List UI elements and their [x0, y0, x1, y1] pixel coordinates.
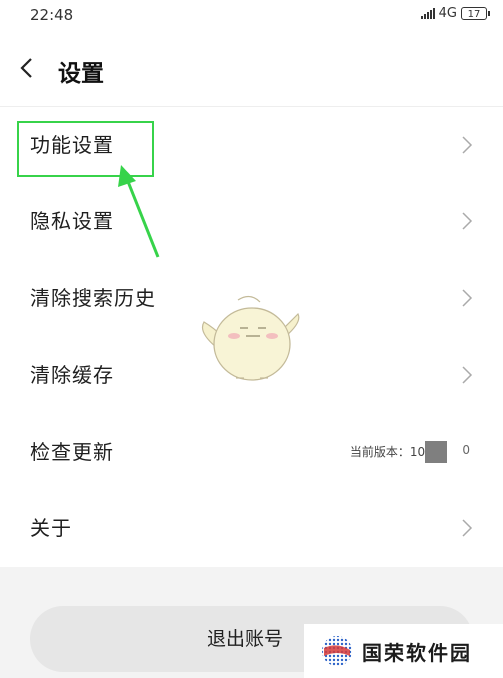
chevron-right-icon: [462, 212, 473, 230]
chevron-right-icon: [462, 519, 473, 537]
menu-item-privacy-settings[interactable]: 隐私设置: [0, 183, 503, 259]
version-info-tail: 0: [462, 443, 470, 457]
status-time: 22:48: [30, 6, 74, 24]
battery-icon: 17: [461, 7, 490, 20]
logout-label: 退出账号: [207, 628, 284, 650]
mascot-illustration: [201, 295, 300, 381]
header: 设置: [0, 34, 503, 107]
menu-item-label: 清除缓存: [30, 363, 114, 387]
chevron-right-icon: [462, 136, 473, 154]
back-arrow-icon[interactable]: [16, 56, 40, 80]
watermark: 国荣软件园: [304, 624, 503, 678]
status-bar: 22:48 4G 17: [0, 0, 503, 34]
chevron-right-icon: [462, 366, 473, 384]
menu-item-label: 隐私设置: [30, 209, 114, 233]
menu-item-about[interactable]: 关于: [0, 490, 503, 566]
globe-logo-icon: [322, 636, 352, 666]
version-info: 当前版本：10.: [349, 445, 429, 459]
network-type: 4G: [438, 6, 457, 21]
menu-item-label: 清除搜索历史: [30, 286, 156, 310]
menu-item-label: 检查更新: [30, 440, 114, 464]
page-title: 设置: [58, 61, 104, 87]
chevron-right-icon: [462, 289, 473, 307]
watermark-text: 国荣软件园: [362, 640, 472, 665]
menu-item-label: 关于: [30, 516, 72, 540]
signal-icon: [420, 8, 435, 19]
redaction-block: [425, 441, 447, 463]
status-indicators: 4G 17: [420, 6, 490, 21]
battery-level: 17: [467, 9, 481, 20]
menu-item-check-update[interactable]: 检查更新 当前版本：10. 0: [0, 414, 503, 490]
annotation-arrow-icon: [118, 165, 160, 258]
